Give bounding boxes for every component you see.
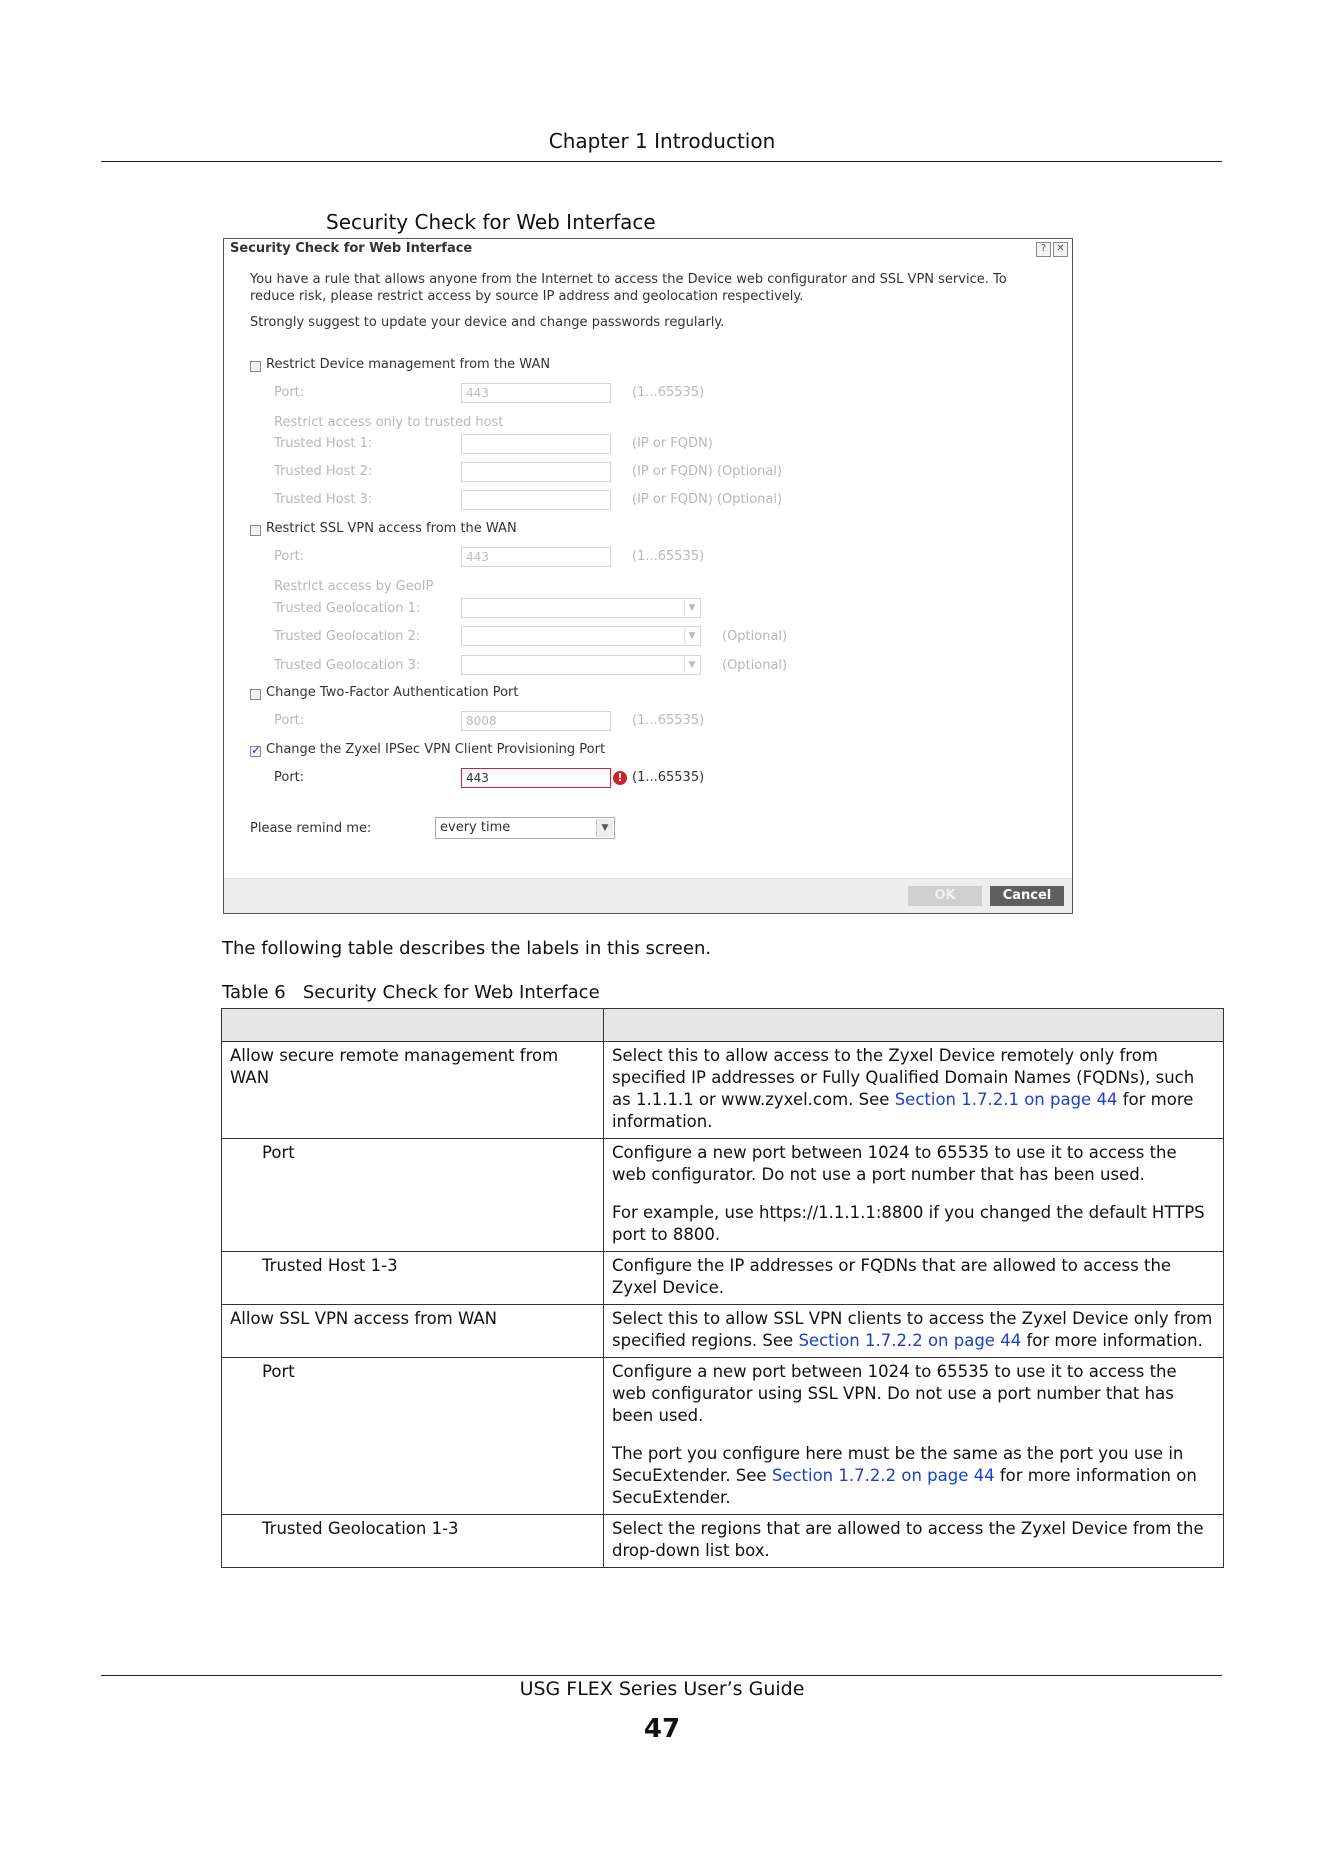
labels-table: Allow secure remote management from WAN … (221, 1008, 1224, 1568)
table-row: Trusted Geolocation 1-3 Select the regio… (221, 1514, 1224, 1568)
chevron-down-icon: ▼ (596, 819, 613, 837)
trusted-geo-2-hint: (Optional) (722, 629, 788, 644)
trusted-host-3-label: Trusted Host 3: (274, 492, 373, 507)
remind-select[interactable]: every time ▼ (435, 817, 615, 839)
trusted-host-1-hint: (IP or FQDN) (632, 436, 713, 451)
row-label: Port (221, 1357, 604, 1515)
table-caption: Table 6 Security Check for Web Interface (222, 982, 600, 1003)
trusted-host-2-label: Trusted Host 2: (274, 464, 373, 479)
dialog-title-icons: ? ✕ (1036, 242, 1068, 257)
intro-paragraph: The following table describes the labels… (222, 938, 712, 959)
close-icon[interactable]: ✕ (1053, 242, 1068, 257)
chevron-down-icon: ▼ (684, 657, 699, 673)
figure-title: Security Check for Web Interface (326, 210, 656, 234)
restrict-ssl-vpn-label: Restrict SSL VPN access from the WAN (266, 521, 517, 536)
opt1-port-input[interactable]: 443 (461, 383, 611, 403)
opt4-port-range: (1...65535) (632, 770, 705, 785)
restrict-ssl-vpn-checkbox[interactable] (250, 525, 261, 536)
row-label: Trusted Host 1-3 (221, 1251, 604, 1305)
row-description: Select this to allow access to the Zyxel… (603, 1041, 1224, 1139)
change-2fa-port-checkbox[interactable] (250, 689, 261, 700)
restrict-device-mgmt-checkbox[interactable] (250, 361, 261, 372)
change-ipsec-port-label: Change the Zyxel IPSec VPN Client Provis… (266, 742, 606, 757)
opt4-port-input[interactable]: 443 (461, 768, 611, 788)
trusted-host-3-hint: (IP or FQDN) (Optional) (632, 492, 783, 507)
trusted-host-heading: Restrict access only to trusted host (274, 415, 504, 430)
footer-divider (101, 1675, 1222, 1676)
row-description: Configure a new port between 1024 to 655… (603, 1357, 1224, 1515)
table-row: Port Configure a new port between 1024 t… (221, 1138, 1224, 1252)
opt1-port-label: Port: (274, 385, 305, 400)
change-ipsec-port-checkbox[interactable] (250, 743, 261, 757)
remind-label: Please remind me: (250, 821, 372, 836)
table-row: Trusted Host 1-3 Configure the IP addres… (221, 1251, 1224, 1305)
row-paragraph: Configure a new port between 1024 to 655… (612, 1143, 1177, 1184)
intro-line-2: reduce risk, please restrict access by s… (250, 289, 804, 304)
trusted-geo-3-hint: (Optional) (722, 658, 788, 673)
trusted-geo-2-label: Trusted Geolocation 2: (274, 629, 421, 644)
intro-line-1: You have a rule that allows anyone from … (250, 272, 1007, 287)
trusted-host-2-input[interactable] (461, 462, 611, 482)
row-description: Configure the IP addresses or FQDNs that… (603, 1251, 1224, 1305)
opt3-port-label: Port: (274, 713, 305, 728)
trusted-host-2-hint: (IP or FQDN) (Optional) (632, 464, 783, 479)
trusted-host-3-input[interactable] (461, 490, 611, 510)
row-label: Allow SSL VPN access from WAN (221, 1304, 604, 1358)
section-link[interactable]: Section 1.7.2.2 on page 44 (798, 1331, 1021, 1350)
chevron-down-icon: ▼ (684, 628, 699, 644)
row-description: Select this to allow SSL VPN clients to … (603, 1304, 1224, 1358)
chevron-down-icon: ▼ (684, 600, 699, 616)
dialog-title: Security Check for Web Interface (230, 241, 473, 256)
geoip-heading: Restrict access by GeoIP (274, 579, 434, 594)
header-divider (101, 161, 1222, 162)
row-description: Select the regions that are allowed to a… (603, 1514, 1224, 1568)
row-description: Configure a new port between 1024 to 655… (603, 1138, 1224, 1252)
row-paragraph: For example, use https://1.1.1.1:8800 if… (612, 1203, 1205, 1244)
opt3-port-input[interactable]: 8008 (461, 711, 611, 731)
table-row: Allow secure remote management from WAN … (221, 1041, 1224, 1139)
row-label: Trusted Geolocation 1-3 (221, 1514, 604, 1568)
trusted-geo-1-select[interactable]: ▼ (461, 598, 701, 618)
guide-title: USG FLEX Series User’s Guide (519, 1678, 805, 1700)
row-label: Allow secure remote management from WAN (221, 1041, 604, 1139)
table-row: Allow SSL VPN access from WAN Select thi… (221, 1304, 1224, 1358)
table-header-cell-label (221, 1008, 604, 1042)
trusted-geo-3-label: Trusted Geolocation 3: (274, 658, 421, 673)
change-2fa-port-label: Change Two-Factor Authentication Port (266, 685, 519, 700)
restrict-device-mgmt-label: Restrict Device management from the WAN (266, 357, 551, 372)
trusted-geo-3-select[interactable]: ▼ (461, 655, 701, 675)
opt4-port-label: Port: (274, 770, 305, 785)
opt2-port-range: (1...65535) (632, 549, 705, 564)
table-header-row (221, 1008, 1224, 1042)
trusted-geo-1-label: Trusted Geolocation 1: (274, 601, 421, 616)
section-link[interactable]: Section 1.7.2.2 on page 44 (772, 1466, 995, 1485)
dialog-footer: OK Cancel (224, 878, 1072, 913)
opt2-port-input[interactable]: 443 (461, 547, 611, 567)
table-header-cell-description (603, 1008, 1224, 1042)
opt1-port-range: (1...65535) (632, 385, 705, 400)
row-paragraph: The port you configure here must be the … (612, 1443, 1215, 1509)
table-row: Port Configure a new port between 1024 t… (221, 1357, 1224, 1515)
row-label: Port (221, 1138, 604, 1252)
ok-button[interactable]: OK (908, 886, 982, 906)
trusted-geo-2-select[interactable]: ▼ (461, 626, 701, 646)
opt2-port-label: Port: (274, 549, 305, 564)
row-description-tail: for more information. (1021, 1331, 1203, 1350)
cancel-button[interactable]: Cancel (990, 886, 1064, 906)
opt3-port-range: (1...65535) (632, 713, 705, 728)
remind-select-value: every time (440, 820, 511, 835)
help-icon[interactable]: ? (1036, 242, 1051, 257)
page-number: 47 (643, 1714, 681, 1744)
section-link[interactable]: Section 1.7.2.1 on page 44 (895, 1090, 1118, 1109)
chapter-header: Chapter 1 Introduction (548, 129, 776, 153)
suggest-text: Strongly suggest to update your device a… (250, 315, 725, 330)
row-paragraph: Configure a new port between 1024 to 655… (612, 1362, 1177, 1425)
security-check-dialog: Security Check for Web Interface ? ✕ You… (223, 238, 1073, 914)
trusted-host-1-input[interactable] (461, 434, 611, 454)
trusted-host-1-label: Trusted Host 1: (274, 436, 373, 451)
error-icon: ! (613, 771, 627, 785)
